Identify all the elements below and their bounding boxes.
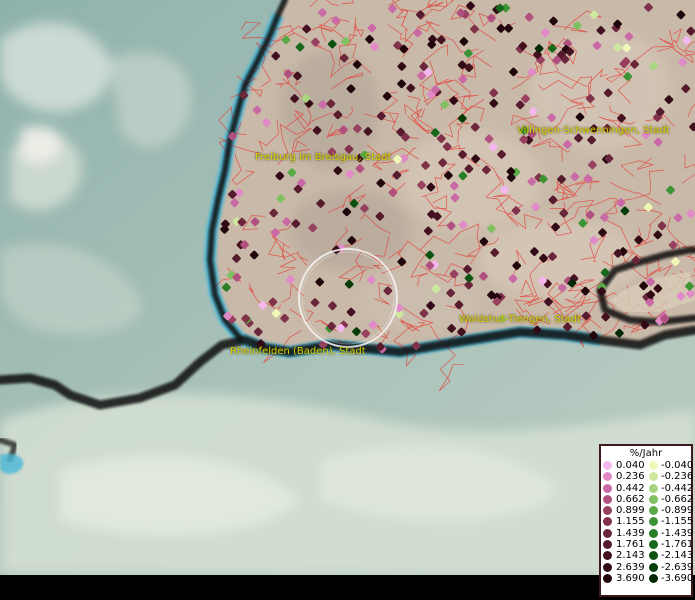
legend-value-negative: -0.899 [661,505,694,517]
legend: %/Jahr 0.040 -0.040 0.236 -0.236 0.442 -0.442… [599,444,693,597]
legend-value-positive: 0.662 [616,493,645,505]
legend-swatch-positive [603,506,612,516]
map-svg [0,0,695,575]
legend-row: 1.439 -1.439 [601,527,694,539]
legend-swatch-positive [603,483,612,493]
legend-value-negative: -3.690 [661,572,694,584]
status-bar [0,575,695,600]
legend-row: 0.236 -0.236 [601,471,694,483]
legend-value-negative: -0.442 [661,482,694,494]
legend-value-positive: 0.899 [616,505,645,517]
legend-value-positive: 0.236 [616,471,645,483]
legend-value-negative: -0.662 [661,493,694,505]
legend-value-positive: 0.442 [616,482,645,494]
legend-value-negative: -1.439 [661,527,694,539]
legend-rows: 0.040 -0.040 0.236 -0.236 0.442 -0.442 0.662 -0… [601,460,694,584]
legend-swatch-positive [603,461,612,470]
legend-swatch-negative [649,528,658,538]
legend-swatch-negative [649,562,658,572]
legend-value-negative: -2.639 [661,561,694,573]
legend-row: 1.761 -1.761 [601,539,694,551]
legend-value-positive: 1.761 [616,539,645,551]
legend-value-negative: -0.236 [661,471,694,483]
legend-swatch-negative [649,506,658,516]
legend-value-negative: -1.155 [661,516,694,528]
legend-row: 0.442 -0.442 [601,482,694,494]
legend-value-positive: 2.143 [616,550,645,562]
legend-value-positive: 1.155 [616,516,645,528]
legend-swatch-positive [603,562,612,572]
legend-value-positive: 3.690 [616,572,645,584]
legend-swatch-negative [649,517,658,527]
legend-swatch-negative [649,573,658,583]
legend-swatch-positive [603,494,612,504]
legend-swatch-positive [603,540,612,550]
legend-swatch-negative [649,494,658,504]
legend-row: 2.639 -2.639 [601,561,694,573]
map-canvas[interactable]: Freiburg im Breisgau, Stadt Villingen-Sc… [0,0,695,575]
legend-value-positive: 0.040 [616,460,645,471]
city-label-freiburg: Freiburg im Breisgau, Stadt [255,152,392,163]
legend-row: 2.143 -2.143 [601,550,694,562]
legend-swatch-negative [649,483,658,493]
legend-swatch-negative [649,461,658,470]
legend-value-negative: -1.761 [661,539,694,551]
legend-row: 0.040 -0.040 [601,460,694,471]
legend-swatch-positive [603,517,612,527]
legend-value-negative: -0.040 [661,460,694,471]
legend-swatch-negative [649,472,658,482]
city-label-villingen: Villingen-Schwenningen, Stadt [517,125,670,136]
legend-title: %/Jahr [629,448,663,459]
legend-value-negative: -2.143 [661,550,694,562]
city-label-rheinfelden: Rheinfelden (Baden), Stadt [230,346,366,357]
legend-value-positive: 2.639 [616,561,645,573]
city-label-waldshut: Waldshut-Tiengen, Stadt [459,314,581,325]
legend-row: 0.662 -0.662 [601,493,694,505]
legend-swatch-positive [603,472,612,482]
legend-row: 3.690 -3.690 [601,572,694,584]
legend-row: 0.899 -0.899 [601,505,694,517]
legend-swatch-negative [649,540,658,550]
legend-swatch-positive [603,551,612,561]
legend-swatch-positive [603,573,612,583]
legend-swatch-negative [649,551,658,561]
legend-swatch-positive [603,528,612,538]
legend-row: 1.155 -1.155 [601,516,694,528]
legend-value-positive: 1.439 [616,527,645,539]
